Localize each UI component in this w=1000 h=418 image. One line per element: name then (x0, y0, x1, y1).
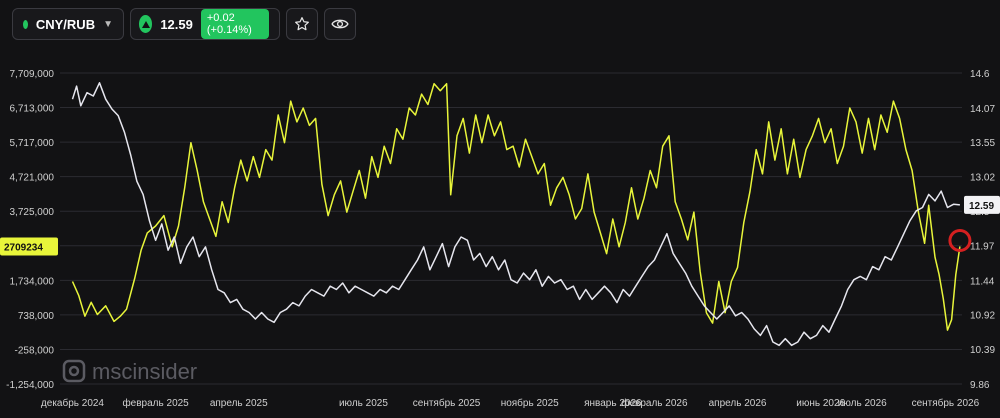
x-axis-tick-label: декабрь 2024 (41, 397, 105, 409)
arrow-up-icon (139, 15, 153, 33)
quote-box: 12.59 +0.02 (+0.14%) (130, 8, 280, 40)
x-axis-tick-label: сентябрь 2026 (912, 397, 980, 409)
right-axis-tick-label: 9.86 (970, 380, 990, 391)
watermark-text: mscinsider (92, 359, 197, 384)
current-price: 12.59 (160, 16, 193, 32)
right-axis-tick-label: 11.97 (970, 242, 995, 253)
right-axis-tick-label: 10.39 (970, 345, 995, 356)
symbol-name: CNY/RUB (35, 16, 96, 32)
right-current-value-label: 12.59 (969, 201, 994, 212)
toolbar: CNY/RUB ▼ 12.59 +0.02 (+0.14%) (12, 8, 356, 40)
yellow-series-line (71, 82, 961, 331)
left-axis-tick-label: 738,000 (18, 311, 55, 322)
x-axis-tick-label: апрель 2026 (709, 398, 767, 409)
left-axis-tick-label: -258,000 (15, 345, 55, 356)
x-axis-tick-label: февраль 2026 (621, 397, 688, 409)
live-status-dot (23, 19, 28, 29)
x-axis-tick-label: июль 2025 (339, 398, 388, 409)
eye-icon (331, 19, 349, 29)
left-axis-tick-label: 5,717,000 (10, 138, 55, 149)
left-current-value-label: 2709234 (4, 242, 43, 253)
x-axis-tick-label: апрель 2025 (210, 398, 268, 409)
chevron-down-icon: ▼ (103, 18, 113, 30)
x-axis-tick-label: февраль 2025 (122, 397, 189, 409)
right-axis-tick-label: 11.44 (970, 276, 995, 287)
x-axis-tick-label: ноябрь 2025 (501, 397, 559, 409)
right-axis-tick-label: 13.02 (970, 173, 995, 184)
left-axis-tick-label: 6,713,000 (10, 104, 55, 115)
left-axis-tick-label: 1,734,000 (10, 276, 55, 287)
left-axis-tick-label: 7,709,000 (10, 69, 55, 80)
chart-area: mscinsider 7,709,000 6,713,000 5,717,000 4,… (0, 48, 1000, 413)
watermark: mscinsider (62, 359, 197, 384)
price-change-badge: +0.02 (+0.14%) (200, 9, 269, 39)
right-axis-tick-label: 13.55 (970, 138, 995, 149)
favorite-button[interactable] (286, 8, 318, 40)
x-axis-tick-label: сентябрь 2025 (413, 397, 481, 409)
white-series-line (71, 82, 960, 347)
price-chart: mscinsider 7,709,000 6,713,000 5,717,000 4,… (0, 69, 1000, 409)
symbol-selector[interactable]: CNY/RUB ▼ (12, 8, 124, 40)
left-axis-tick-label: 3,725,000 (10, 207, 55, 218)
x-axis-tick-label: июль 2026 (838, 398, 887, 409)
star-icon (295, 17, 309, 31)
right-axis-tick-label: 10.92 (970, 310, 995, 321)
visibility-button[interactable] (324, 8, 356, 40)
right-axis-tick-label: 14.07 (970, 104, 995, 115)
left-axis-tick-label: 4,721,000 (10, 173, 55, 184)
right-axis-tick-label: 14.6 (970, 69, 990, 80)
left-axis-tick-label: -1,254,000 (6, 380, 54, 391)
